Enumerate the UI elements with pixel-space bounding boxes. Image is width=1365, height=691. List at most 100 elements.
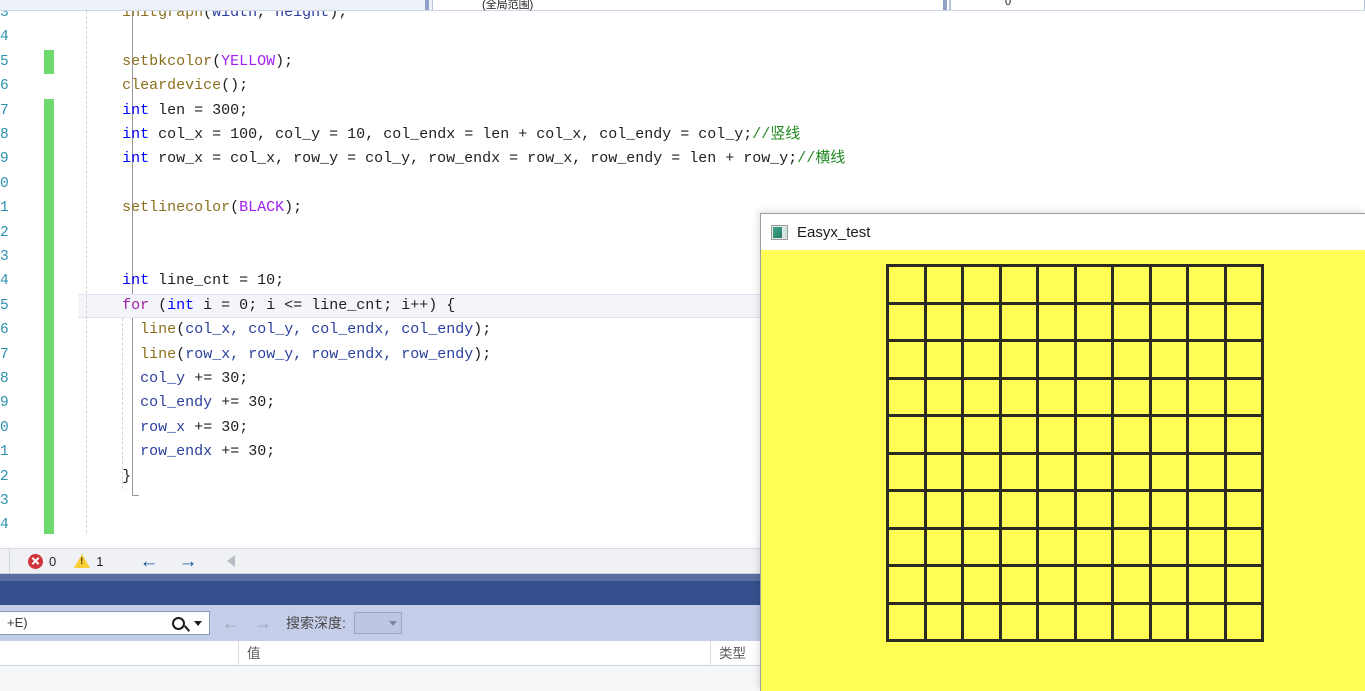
nav-forward-arrow-icon[interactable]: → bbox=[178, 552, 197, 571]
code-token: 30 bbox=[221, 370, 240, 387]
code-line[interactable]: line(row_x, row_y, row_endx, row_endy); bbox=[140, 343, 491, 367]
code-token: ; bbox=[239, 101, 249, 119]
code-token: 30 bbox=[248, 443, 267, 461]
search-input[interactable]: +E) bbox=[0, 611, 210, 635]
code-line[interactable]: line(col_x, col_y, col_endx, col_endy); bbox=[140, 318, 491, 342]
indent-guide bbox=[86, 11, 87, 538]
code-line[interactable]: row_x += 30; bbox=[140, 416, 248, 440]
code-line[interactable]: col_endy += 30; bbox=[140, 391, 275, 415]
code-line[interactable]: col_y += 30; bbox=[140, 367, 248, 391]
code-token: ); bbox=[329, 11, 348, 21]
warning-count-item[interactable]: 1 bbox=[74, 554, 103, 569]
easyx-test-window[interactable]: Easyx_test bbox=[760, 213, 1365, 691]
code-token: col_y bbox=[140, 370, 186, 387]
code-line[interactable]: int len = 300; bbox=[122, 99, 248, 123]
code-token: ; bbox=[239, 370, 249, 387]
code-token: setbkcolor bbox=[122, 52, 213, 70]
code-token: 30 bbox=[221, 418, 240, 436]
grid-line-horizontal bbox=[886, 451, 1264, 455]
code-token: BLACK bbox=[239, 199, 285, 217]
scope-combo-b[interactable] bbox=[950, 0, 1365, 10]
search-depth-select[interactable] bbox=[353, 612, 402, 634]
search-chevron-down-icon[interactable] bbox=[194, 620, 202, 626]
grid-line-vertical bbox=[1223, 264, 1227, 642]
code-token: ( bbox=[149, 296, 168, 314]
grid-line-horizontal bbox=[886, 526, 1264, 530]
code-token: ( bbox=[230, 199, 240, 217]
code-token: line bbox=[140, 321, 177, 339]
error-count-label: 0 bbox=[49, 553, 57, 569]
code-token: col_endy bbox=[140, 394, 213, 412]
code-line[interactable]: initgraph(width, height); bbox=[122, 11, 347, 25]
warning-count-label: 1 bbox=[96, 553, 104, 569]
code-token: height bbox=[275, 11, 330, 21]
code-token: int bbox=[122, 126, 150, 143]
code-token: i = bbox=[194, 296, 240, 314]
error-count-item[interactable]: 0 bbox=[28, 553, 57, 569]
code-token: += bbox=[212, 394, 249, 412]
code-token: ; bbox=[275, 272, 285, 290]
code-token: , col_y = bbox=[257, 126, 348, 143]
code-token: ); bbox=[473, 321, 492, 339]
code-line[interactable]: for (int i = 0; i <= line_cnt; i++) { bbox=[122, 294, 455, 318]
code-token: ); bbox=[275, 52, 294, 70]
code-token: //横线 bbox=[797, 150, 846, 168]
code-token: col_x, col_y, col_endx, col_endy bbox=[185, 321, 474, 339]
errorbar-grip[interactable] bbox=[0, 548, 10, 574]
error-circle-icon bbox=[28, 553, 43, 569]
code-token: 0 bbox=[239, 296, 249, 314]
code-token: ( bbox=[212, 52, 222, 70]
code-token: row_endx bbox=[140, 443, 213, 461]
code-line[interactable]: row_endx += 30; bbox=[140, 440, 275, 464]
code-token: ; i <= line_cnt; i++) { bbox=[248, 296, 456, 314]
code-line[interactable]: int line_cnt = 10; bbox=[122, 269, 284, 293]
code-line[interactable]: int row_x = col_x, row_y = col_y, row_en… bbox=[122, 147, 845, 171]
code-token: ; bbox=[266, 394, 276, 412]
magnifier-icon[interactable] bbox=[172, 616, 185, 630]
watch-column-header[interactable] bbox=[0, 641, 238, 666]
code-line[interactable]: cleardevice(); bbox=[122, 74, 248, 98]
toolbar-grip-b[interactable] bbox=[943, 0, 947, 10]
code-token: ; bbox=[239, 418, 249, 436]
code-token: int bbox=[122, 150, 150, 168]
triangle-left-icon[interactable] bbox=[227, 555, 236, 567]
grid-line-vertical bbox=[1148, 264, 1152, 642]
nav-back-arrow-icon[interactable]: ← bbox=[139, 552, 158, 571]
code-token: 100 bbox=[230, 126, 258, 143]
easyx-canvas[interactable] bbox=[761, 250, 1365, 691]
depth-chevron-down-icon bbox=[388, 620, 397, 626]
code-token: ); bbox=[284, 199, 303, 217]
code-token: line_cnt = bbox=[149, 272, 258, 290]
grid-line-vertical bbox=[1186, 264, 1189, 642]
code-token: += bbox=[185, 370, 222, 387]
scope-combo-b-text: 0 bbox=[1005, 0, 1012, 8]
watch-back-arrow-icon[interactable]: ← bbox=[222, 613, 240, 634]
code-token: len = bbox=[149, 101, 213, 119]
code-token: //竖线 bbox=[752, 126, 801, 143]
grid-line-vertical bbox=[1261, 264, 1264, 642]
code-token: ( bbox=[203, 11, 213, 21]
code-line[interactable]: } bbox=[122, 465, 131, 489]
search-depth-label: 搜索深度: bbox=[286, 615, 346, 631]
code-token: 10 bbox=[257, 272, 276, 290]
code-line[interactable]: int col_x = 100, col_y = 10, col_endx = … bbox=[122, 123, 800, 147]
code-line[interactable]: setbkcolor(YELLOW); bbox=[122, 50, 293, 74]
app-window-icon bbox=[771, 224, 788, 240]
grid-line-horizontal bbox=[886, 564, 1264, 567]
code-token: , bbox=[257, 11, 276, 21]
watch-column-header[interactable]: 值 bbox=[238, 641, 710, 666]
easyx-title-bar[interactable]: Easyx_test bbox=[761, 214, 1365, 250]
code-token: int bbox=[167, 296, 195, 314]
code-token: , col_endx = len + col_x, col_endy = col… bbox=[365, 126, 753, 143]
top-toolbar-sliver: (全局范围) 0 bbox=[0, 0, 1365, 11]
toolbar-grip-a[interactable] bbox=[425, 0, 429, 10]
code-token: row_x, row_y, row_endx, row_endy bbox=[185, 345, 474, 363]
code-token: ; bbox=[266, 443, 276, 461]
code-line[interactable]: setlinecolor(BLACK); bbox=[122, 196, 302, 220]
warning-triangle-icon bbox=[74, 554, 91, 568]
watch-forward-arrow-icon[interactable]: → bbox=[254, 613, 272, 634]
code-token: += bbox=[185, 418, 222, 436]
code-token: cleardevice bbox=[122, 77, 222, 95]
code-token: ( bbox=[176, 321, 186, 339]
code-token: 30 bbox=[248, 394, 267, 412]
